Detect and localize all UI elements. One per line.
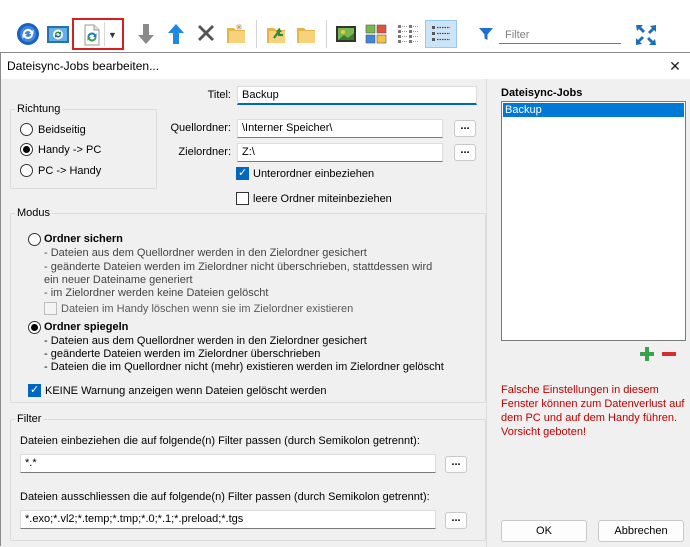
cancel-button[interactable]: Abbrechen [598,520,684,542]
remove-job-icon[interactable] [661,346,677,362]
target-folder-input[interactable]: Z:\ [237,143,443,162]
direction-legend: Richtung [17,103,61,115]
edit-sync-jobs-dialog: Dateisync-Jobs bearbeiten... ✕ Richtung … [0,52,690,547]
include-subfolders-checkbox[interactable] [236,166,249,180]
source-folder-label: Quellordner: [170,122,231,134]
mode-mirror-line: - Dateien aus dem Quellordner werden in … [44,335,367,347]
sync-icon [79,23,103,47]
source-browse-button[interactable]: ... [454,120,476,137]
ok-button[interactable]: OK [501,520,587,542]
dialog-title: Dateisync-Jobs bearbeiten... [7,59,160,73]
mode-backup-line: ein neuer Dateiname generiert [44,274,193,286]
mode-radio-backup[interactable] [28,233,41,246]
add-job-icon[interactable] [639,346,655,362]
view-thumbnails-icon[interactable] [334,22,358,46]
view-details-icon [429,22,453,46]
mode-mirror-line: - Dateien die im Quellordner nicht (mehr… [44,361,444,373]
view-details-button[interactable] [425,20,457,48]
mode-backup-line: - geänderte Dateien werden im Zielordner… [44,261,433,273]
source-folder-input[interactable]: \Interner Speicher\ [237,119,443,138]
title-input[interactable]: Backup [237,86,477,105]
chevron-down-icon[interactable]: ▼ [108,30,117,40]
list-item[interactable]: Backup [503,103,684,117]
direction-radio-pc-to-phone[interactable] [20,164,33,177]
filter-input[interactable] [499,26,621,44]
close-icon[interactable]: ✕ [663,55,687,77]
mode-backup-title: Ordner sichern [44,233,123,245]
folder-icon[interactable] [294,22,318,46]
jobs-heading: Dateisync-Jobs [501,87,583,99]
sync-jobs-button[interactable]: ▼ [72,18,124,50]
mode-legend: Modus [17,207,51,219]
exclude-filter-label: Dateien ausschliessen die auf folgende(n… [20,491,430,503]
toolbar: ▼ [0,0,690,52]
no-warning-label: KEINE Warnung anzeigen wenn Dateien gelö… [45,385,327,397]
view-list-icon[interactable] [396,22,420,46]
include-empty-folders-label: leere Ordner miteinbeziehen [253,193,392,205]
target-folder-label: Zielordner: [178,146,231,158]
direction-label-both: Beidseitig [38,124,86,136]
delete-on-phone-checkbox[interactable] [44,302,57,315]
include-filter-input[interactable]: *.* [20,454,436,473]
mode-radio-mirror[interactable] [28,321,41,334]
include-empty-folders-checkbox[interactable] [236,192,249,205]
arrow-down-icon[interactable] [134,22,158,46]
jobs-list[interactable]: Backup [501,101,686,341]
mode-mirror-title: Ordner spiegeln [44,321,129,333]
dialog-titlebar: Dateisync-Jobs bearbeiten... ✕ [1,53,690,79]
folder-sync-icon[interactable] [224,22,248,46]
toolbar-separator [256,20,257,48]
refresh-icon[interactable] [16,22,40,46]
folder-up-icon[interactable] [264,22,288,46]
filter-icon [478,26,494,42]
delete-icon[interactable] [194,22,218,46]
delete-on-phone-label: Dateien im Handy löschen wenn sie im Zie… [61,303,354,315]
image-sync-icon[interactable] [46,22,70,46]
exclude-filter-browse-button[interactable]: ... [445,512,467,529]
dropdown-separator [104,22,105,46]
fullscreen-icon[interactable] [635,24,657,46]
direction-label-pc-to-phone: PC -> Handy [38,165,102,177]
filter-legend: Filter [17,413,42,425]
direction-radio-phone-to-pc[interactable] [20,143,33,156]
warning-text: Falsche Einstellungen in diesem Fenster … [501,384,685,438]
toolbar-separator [326,20,327,48]
mode-backup-line: - Dateien aus dem Quellordner werden in … [44,247,367,259]
mode-mirror-line: - geänderte Dateien werden im Zielordner… [44,348,321,360]
direction-label-phone-to-pc: Handy -> PC [38,144,102,156]
mode-backup-line: - im Zielordner werden keine Dateien gel… [44,287,269,299]
include-filter-browse-button[interactable]: ... [445,456,467,473]
title-label: Titel: [207,89,231,101]
include-subfolders-label: Unterordner einbeziehen [253,168,375,180]
arrow-up-icon[interactable] [164,22,188,46]
exclude-filter-input[interactable]: *.exo;*.vl2;*.temp;*.tmp;*.0;*.1;*.prelo… [20,510,436,529]
no-warning-checkbox[interactable] [28,383,41,397]
target-browse-button[interactable]: ... [454,144,476,161]
include-filter-label: Dateien einbeziehen die auf folgende(n) … [20,435,420,447]
column-divider [486,79,487,547]
view-tiles-icon[interactable] [364,22,388,46]
direction-radio-both[interactable] [20,123,33,136]
